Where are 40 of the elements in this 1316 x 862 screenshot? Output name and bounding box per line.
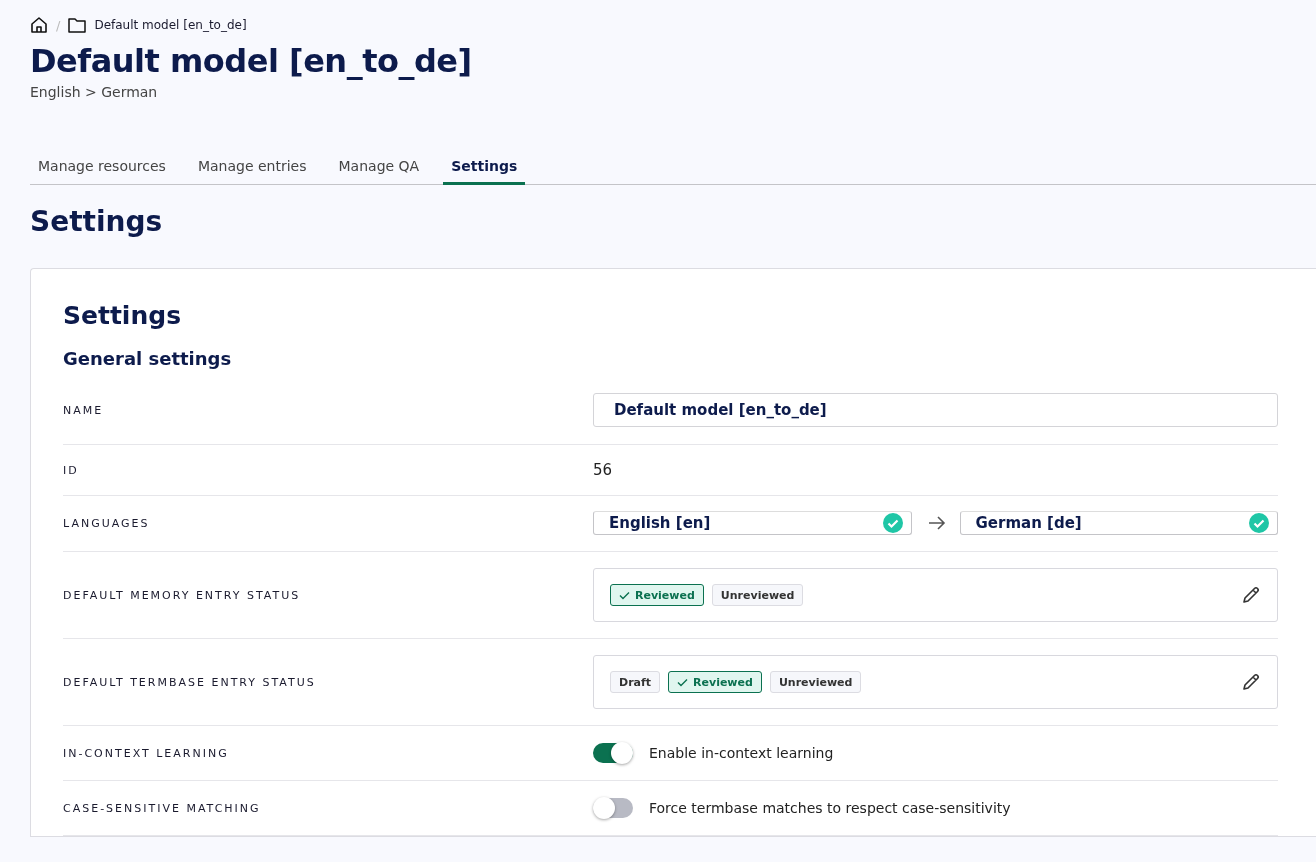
source-language-select[interactable]: English [en] <box>593 511 912 535</box>
toggle-label: Force termbase matches to respect case-sensitivity <box>649 800 1011 816</box>
name-field[interactable]: Default model [en_to_de] <box>593 393 1278 427</box>
check-circle-icon <box>882 513 903 533</box>
breadcrumb-current: Default model [en_to_de] <box>94 18 247 32</box>
tab[interactable]: Settings <box>443 154 526 185</box>
status-chip[interactable]: Unreviewed <box>711 584 804 606</box>
status-chip[interactable]: Reviewed <box>610 584 704 606</box>
tab[interactable]: Manage QA <box>330 154 428 185</box>
folder-icon <box>68 17 87 33</box>
status-chip[interactable]: Draft <box>610 671 661 693</box>
setting-label: IN-CONTEXT LEARNING <box>63 746 230 760</box>
language-pair: English > German <box>30 84 159 100</box>
setting-label: CASE-SENSITIVE MATCHING <box>63 801 262 815</box>
setting-label: ID <box>63 463 80 477</box>
status-chip[interactable]: Reviewed <box>668 671 762 693</box>
tab[interactable]: Manage resources <box>30 154 174 185</box>
check-icon <box>619 590 630 600</box>
status-chip[interactable]: Unreviewed <box>769 671 862 693</box>
pencil-icon[interactable] <box>1241 585 1261 605</box>
setting-label: LANGUAGES <box>63 516 151 530</box>
target-language-select[interactable]: German [de] <box>959 511 1278 535</box>
toggle-switch[interactable] <box>593 743 633 763</box>
id-value: 56 <box>593 461 614 479</box>
pencil-icon[interactable] <box>1241 672 1261 692</box>
home-icon[interactable] <box>30 16 48 34</box>
section-title: Settings <box>30 205 164 238</box>
breadcrumb-separator: / <box>56 17 61 33</box>
page-title: Default model [en_to_de] <box>30 42 473 80</box>
setting-label: NAME <box>63 403 105 417</box>
card-subtitle: General settings <box>63 348 233 369</box>
toggle-label: Enable in-context learning <box>649 745 834 761</box>
setting-label: DEFAULT MEMORY ENTRY STATUS <box>63 588 302 602</box>
check-circle-icon <box>1249 513 1269 533</box>
card-title: Settings <box>63 301 182 330</box>
check-icon <box>677 677 689 687</box>
right-arrow-icon <box>927 516 946 530</box>
tab[interactable]: Manage entries <box>189 154 315 185</box>
setting-label: DEFAULT TERMBASE ENTRY STATUS <box>63 675 317 689</box>
toggle-switch[interactable] <box>593 798 633 818</box>
